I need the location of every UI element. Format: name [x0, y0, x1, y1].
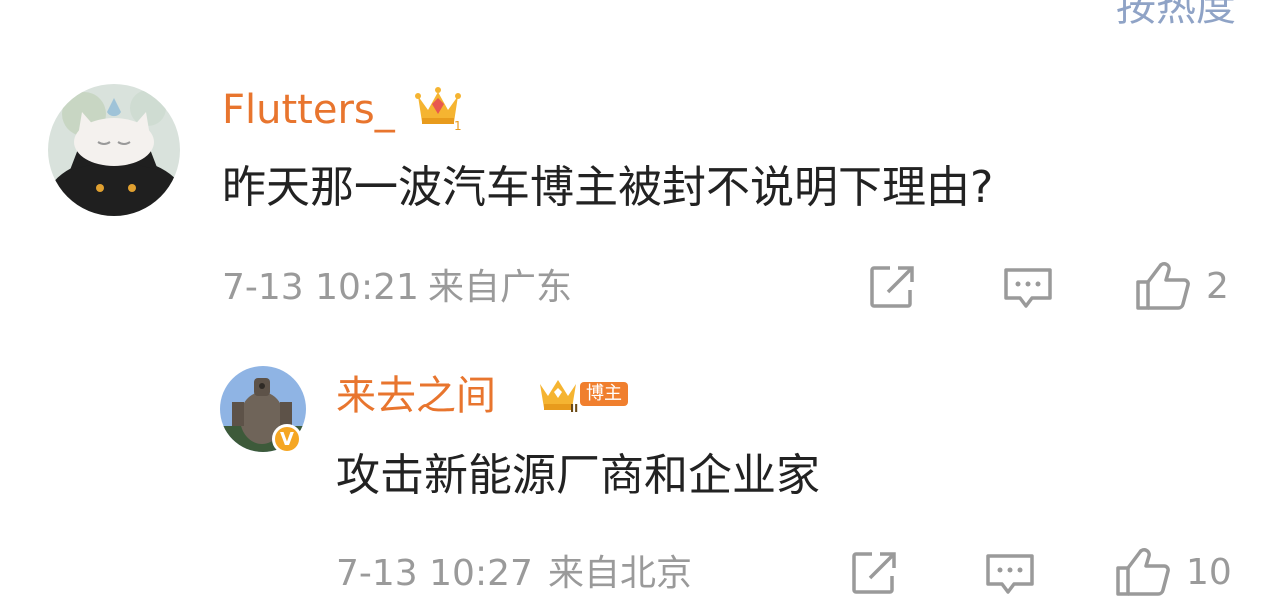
svg-text:1: 1 [454, 119, 462, 132]
comment-text: 昨天那一波汽车博主被封不说明下理由? [222, 162, 994, 213]
comment-button[interactable] [1002, 266, 1054, 312]
avatar[interactable] [48, 84, 180, 216]
comment-icon [986, 554, 1034, 594]
reply-username[interactable]: 来去之间 [336, 376, 496, 416]
comment-location: 来自广东 [428, 267, 573, 308]
verified-badge-icon: V [272, 424, 302, 454]
crown-level-badge-icon: II [536, 374, 584, 415]
reply-location: 来自北京 [548, 553, 693, 594]
reply-like-button[interactable]: 10 [1114, 546, 1232, 598]
svg-text:II: II [570, 402, 578, 414]
blogger-tag: 博主 [580, 382, 628, 406]
sort-by-hot-label[interactable]: 按热度 [1116, 0, 1236, 32]
thumbs-up-icon [1136, 262, 1190, 310]
comment-username[interactable]: Flutters_ [222, 90, 395, 130]
repost-button[interactable] [868, 264, 918, 310]
comment-icon [1004, 268, 1052, 308]
reply-text: 攻击新能源厂商和企业家 [336, 450, 820, 501]
like-count: 2 [1206, 265, 1229, 307]
crown-badge-icon: 1 [412, 80, 464, 133]
reply-repost-button[interactable] [850, 550, 900, 596]
reply-timestamp: 7-13 10:27 [336, 553, 533, 594]
comment-timestamp: 7-13 10:21 [222, 267, 419, 308]
reply-comment-button[interactable] [984, 552, 1036, 598]
share-icon [870, 266, 914, 308]
thumbs-up-icon [1116, 548, 1170, 596]
share-icon [852, 552, 896, 594]
reply-like-count: 10 [1186, 551, 1232, 593]
like-button[interactable]: 2 [1134, 260, 1229, 312]
